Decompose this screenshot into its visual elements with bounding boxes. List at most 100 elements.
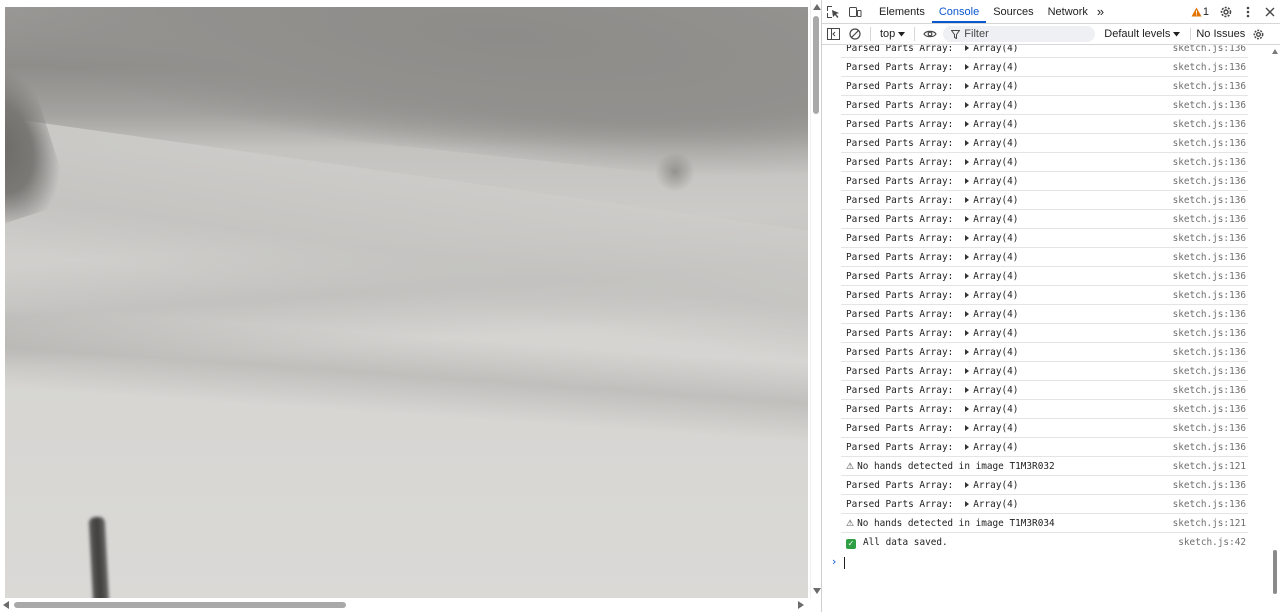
source-link[interactable]: sketch.js:121 [1173, 518, 1246, 529]
object-preview[interactable]: Array(4) [973, 290, 1018, 301]
expand-triangle-icon[interactable] [965, 349, 970, 355]
object-preview[interactable]: Array(4) [973, 442, 1018, 453]
object-preview[interactable]: Array(4) [973, 423, 1018, 434]
source-link[interactable]: sketch.js:136 [1173, 309, 1246, 320]
expandable-object[interactable]: Array(4) [953, 138, 1018, 149]
source-link[interactable]: sketch.js:136 [1173, 138, 1246, 149]
expand-triangle-icon[interactable] [965, 425, 970, 431]
object-preview[interactable]: Array(4) [973, 347, 1018, 358]
expand-triangle-icon[interactable] [965, 235, 970, 241]
expandable-object[interactable]: Array(4) [953, 252, 1018, 263]
source-link[interactable]: sketch.js:136 [1173, 442, 1246, 453]
source-link[interactable]: sketch.js:136 [1173, 195, 1246, 206]
expand-triangle-icon[interactable] [965, 311, 970, 317]
expand-triangle-icon[interactable] [965, 330, 970, 336]
expandable-object[interactable]: Array(4) [953, 385, 1018, 396]
source-link[interactable]: sketch.js:136 [1173, 45, 1246, 54]
expand-triangle-icon[interactable] [965, 273, 970, 279]
source-link[interactable]: sketch.js:121 [1173, 461, 1246, 472]
expand-triangle-icon[interactable] [965, 64, 970, 70]
expand-triangle-icon[interactable] [965, 387, 970, 393]
expandable-object[interactable]: Array(4) [953, 290, 1018, 301]
expand-triangle-icon[interactable] [965, 292, 970, 298]
live-expression-icon[interactable] [919, 23, 941, 45]
expand-triangle-icon[interactable] [965, 178, 970, 184]
sidebar-toggle-icon[interactable] [822, 23, 844, 45]
source-link[interactable]: sketch.js:136 [1173, 157, 1246, 168]
expandable-object[interactable]: Array(4) [953, 271, 1018, 282]
object-preview[interactable]: Array(4) [973, 404, 1018, 415]
expandable-object[interactable]: Array(4) [953, 157, 1018, 168]
object-preview[interactable]: Array(4) [973, 499, 1018, 510]
expandable-object[interactable]: Array(4) [953, 366, 1018, 377]
object-preview[interactable]: Array(4) [973, 45, 1018, 54]
expand-triangle-icon[interactable] [965, 406, 970, 412]
expand-triangle-icon[interactable] [965, 121, 970, 127]
scrollbar-thumb[interactable] [14, 602, 346, 608]
warnings-badge[interactable]: 1 [1191, 6, 1209, 18]
close-icon[interactable] [1259, 1, 1280, 23]
object-preview[interactable]: Array(4) [973, 309, 1018, 320]
source-link[interactable]: sketch.js:136 [1173, 480, 1246, 491]
source-link[interactable]: sketch.js:42 [1178, 537, 1246, 548]
context-selector[interactable]: top [875, 28, 910, 40]
log-levels-dropdown[interactable]: Default levels [1104, 28, 1181, 40]
object-preview[interactable]: Array(4) [973, 176, 1018, 187]
source-link[interactable]: sketch.js:136 [1173, 499, 1246, 510]
object-preview[interactable]: Array(4) [973, 214, 1018, 225]
inspect-element-icon[interactable] [822, 1, 844, 23]
scroll-up-arrow-icon[interactable] [813, 4, 821, 10]
expandable-object[interactable]: Array(4) [953, 100, 1018, 111]
expandable-object[interactable]: Array(4) [953, 328, 1018, 339]
object-preview[interactable]: Array(4) [973, 366, 1018, 377]
console-settings-gear-icon[interactable] [1247, 23, 1269, 45]
scrollbar-thumb[interactable] [1273, 550, 1277, 594]
source-link[interactable]: sketch.js:136 [1173, 62, 1246, 73]
console-scrollbar[interactable] [1269, 45, 1280, 612]
source-link[interactable]: sketch.js:136 [1173, 176, 1246, 187]
tab-console[interactable]: Console [931, 0, 987, 23]
source-link[interactable]: sketch.js:136 [1173, 214, 1246, 225]
expand-triangle-icon[interactable] [965, 444, 970, 450]
expandable-object[interactable]: Array(4) [953, 347, 1018, 358]
expand-triangle-icon[interactable] [965, 102, 970, 108]
expandable-object[interactable]: Array(4) [953, 62, 1018, 73]
source-link[interactable]: sketch.js:136 [1173, 271, 1246, 282]
scrollbar-thumb[interactable] [813, 16, 819, 114]
source-link[interactable]: sketch.js:136 [1173, 252, 1246, 263]
filter-input[interactable]: Filter [943, 26, 1096, 42]
object-preview[interactable]: Array(4) [973, 81, 1018, 92]
console-prompt[interactable]: › [832, 552, 1280, 572]
object-preview[interactable]: Array(4) [973, 195, 1018, 206]
expandable-object[interactable]: Array(4) [953, 233, 1018, 244]
expandable-object[interactable]: Array(4) [953, 214, 1018, 225]
expandable-object[interactable]: Array(4) [953, 499, 1018, 510]
expand-triangle-icon[interactable] [965, 501, 970, 507]
expand-triangle-icon[interactable] [965, 45, 970, 51]
scroll-right-arrow-icon[interactable] [798, 601, 804, 609]
object-preview[interactable]: Array(4) [973, 480, 1018, 491]
object-preview[interactable]: Array(4) [973, 119, 1018, 130]
expandable-object[interactable]: Array(4) [953, 176, 1018, 187]
object-preview[interactable]: Array(4) [973, 385, 1018, 396]
page-horizontal-scrollbar[interactable] [0, 598, 810, 612]
source-link[interactable]: sketch.js:136 [1173, 347, 1246, 358]
expand-triangle-icon[interactable] [965, 216, 970, 222]
source-link[interactable]: sketch.js:136 [1173, 81, 1246, 92]
expandable-object[interactable]: Array(4) [953, 423, 1018, 434]
source-link[interactable]: sketch.js:136 [1173, 290, 1246, 301]
kebab-menu-icon[interactable] [1237, 1, 1259, 23]
expandable-object[interactable]: Array(4) [953, 195, 1018, 206]
tab-elements[interactable]: Elements [872, 0, 932, 23]
source-link[interactable]: sketch.js:136 [1173, 385, 1246, 396]
object-preview[interactable]: Array(4) [973, 100, 1018, 111]
expand-triangle-icon[interactable] [965, 368, 970, 374]
tab-sources[interactable]: Sources [986, 0, 1040, 23]
more-tabs-button[interactable]: » [1095, 0, 1106, 23]
expandable-object[interactable]: Array(4) [953, 309, 1018, 320]
expand-triangle-icon[interactable] [965, 254, 970, 260]
gear-icon[interactable] [1215, 1, 1237, 23]
scroll-up-arrow-icon[interactable] [1272, 49, 1278, 54]
expandable-object[interactable]: Array(4) [953, 119, 1018, 130]
source-link[interactable]: sketch.js:136 [1173, 233, 1246, 244]
